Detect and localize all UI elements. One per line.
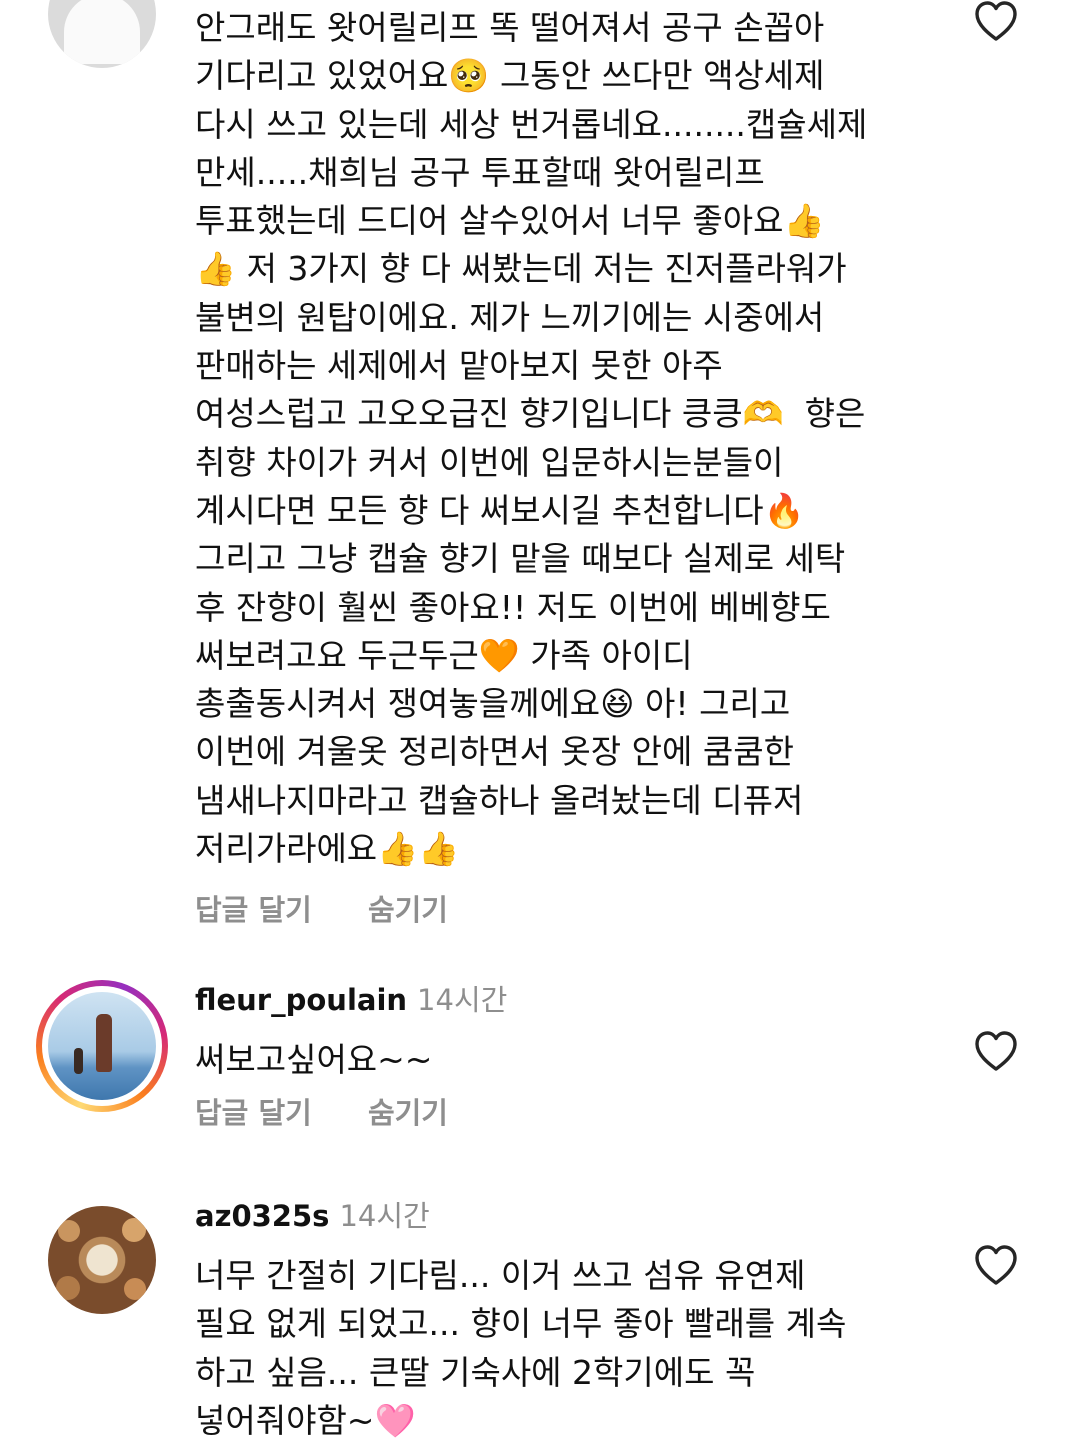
comment-text: 안그래도 왓어릴리프 똑 떨어져서 공구 손꼽아 기다리고 있었어요🥺 그동안 … bbox=[195, 8, 868, 869]
reply-button[interactable]: 답글 달기 bbox=[195, 1096, 312, 1130]
profile-photo bbox=[48, 992, 156, 1100]
hide-button[interactable]: 숨기기 bbox=[368, 1096, 448, 1130]
comment-text: 너무 간절히 기다림... 이거 쓰고 섬유 유연제 필요 없게 되었고... … bbox=[195, 1256, 847, 1440]
avatar[interactable] bbox=[36, 980, 168, 1112]
heart-outline-icon[interactable] bbox=[972, 0, 1020, 46]
timestamp: 14시간 bbox=[339, 1199, 430, 1233]
avatar[interactable] bbox=[48, 1206, 156, 1314]
comment-text: 써보고싶어요~~ bbox=[195, 1040, 433, 1079]
default-avatar-icon bbox=[48, 0, 156, 68]
username[interactable]: az0325s bbox=[195, 1199, 329, 1233]
avatar[interactable] bbox=[48, 0, 156, 68]
heart-outline-icon[interactable] bbox=[972, 1242, 1020, 1290]
hide-button[interactable]: 숨기기 bbox=[368, 893, 448, 927]
reply-button[interactable]: 답글 달기 bbox=[195, 893, 312, 927]
timestamp: 14시간 bbox=[417, 983, 508, 1017]
username[interactable]: fleur_poulain bbox=[195, 983, 407, 1017]
heart-outline-icon[interactable] bbox=[972, 1028, 1020, 1076]
profile-photo bbox=[48, 1206, 156, 1314]
